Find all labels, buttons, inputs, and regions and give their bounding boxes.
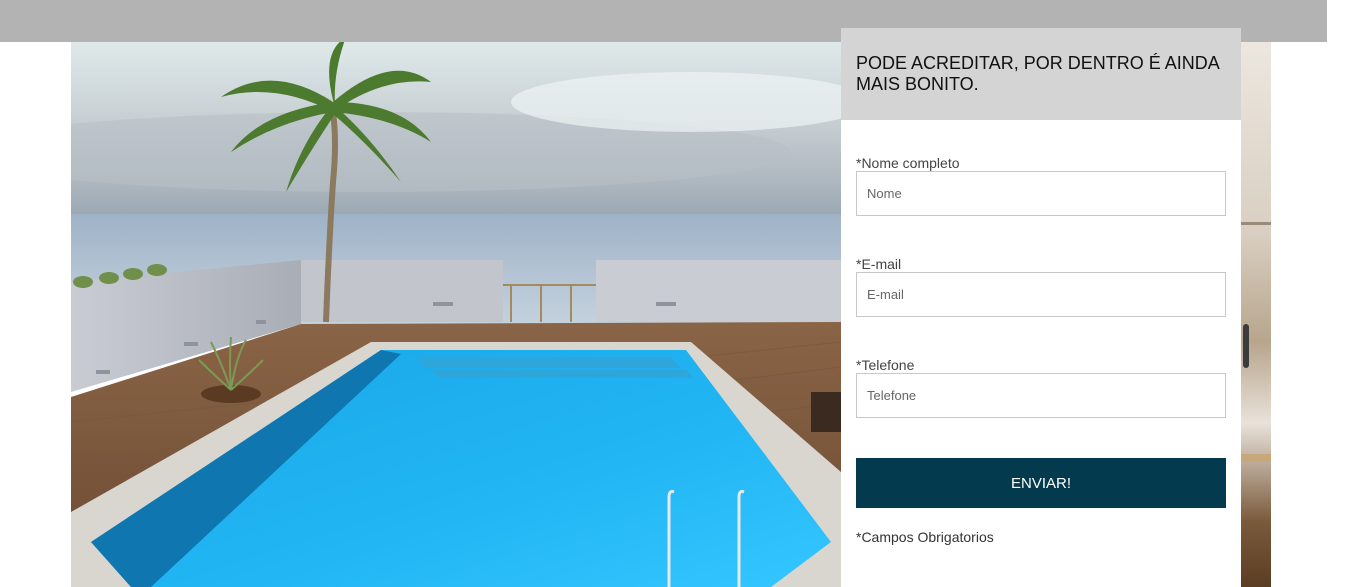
hero-image bbox=[71, 42, 841, 587]
email-label: *E-mail bbox=[856, 256, 902, 272]
name-input[interactable] bbox=[856, 171, 1226, 216]
submit-button[interactable]: ENVIAR! bbox=[856, 458, 1226, 508]
phone-label: *Telefone bbox=[856, 357, 915, 373]
phone-input[interactable] bbox=[856, 373, 1226, 418]
form-title: PODE ACREDITAR, POR DENTRO É AINDA MAIS … bbox=[856, 53, 1219, 94]
contact-form-panel: PODE ACREDITAR, POR DENTRO É AINDA MAIS … bbox=[841, 28, 1241, 587]
form-header: PODE ACREDITAR, POR DENTRO É AINDA MAIS … bbox=[841, 28, 1241, 120]
cabinet-handle bbox=[1243, 324, 1249, 368]
email-input[interactable] bbox=[856, 272, 1226, 317]
cabinet-edge bbox=[1241, 222, 1271, 225]
required-fields-note: *Campos Obrigatorios bbox=[856, 529, 994, 545]
name-label: *Nome completo bbox=[856, 155, 960, 171]
wood-shelf bbox=[1241, 454, 1271, 462]
background-interior-edge bbox=[1241, 42, 1271, 587]
